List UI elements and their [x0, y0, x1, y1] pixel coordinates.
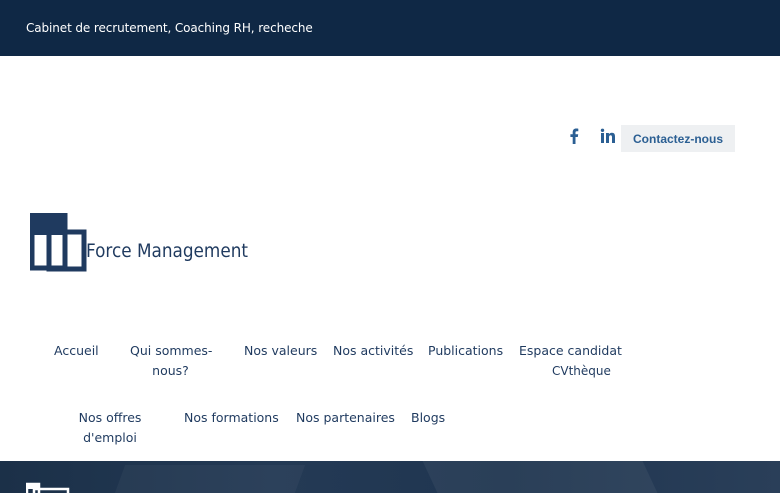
contact-button[interactable]: Contactez-nous — [621, 125, 735, 152]
nav-nos-activites[interactable]: Nos activités — [333, 341, 413, 361]
logo-text: Force Management — [86, 240, 248, 262]
nav-qui-line2: nous? — [152, 363, 189, 378]
force-management-logo-icon: Force Management — [29, 212, 248, 272]
nav-offres-line2: d'emploi — [83, 430, 137, 445]
nav-qui-line1: Qui sommes- — [130, 343, 213, 358]
nav-offres-line1: Nos offres — [78, 410, 142, 425]
nav-publications[interactable]: Publications — [428, 341, 503, 361]
nav-accueil[interactable]: Accueil — [54, 341, 99, 361]
nav-cvtheque[interactable]: CVthèque — [552, 364, 611, 378]
nav-nos-offres-emploi[interactable]: Nos offres d'emploi — [78, 408, 142, 448]
nav-nos-partenaires[interactable]: Nos partenaires — [296, 408, 395, 428]
nav-qui-sommes-nous[interactable]: Qui sommes- nous? — [130, 341, 213, 381]
nav-nos-formations[interactable]: Nos formations — [184, 408, 279, 428]
facebook-icon — [570, 128, 579, 144]
top-bar: Cabinet de recrutement, Coaching RH, rec… — [0, 0, 780, 56]
nav-blogs[interactable]: Blogs — [411, 408, 445, 428]
nav-nos-valeurs[interactable]: Nos valeurs — [244, 341, 317, 361]
footer-logo-icon — [26, 482, 70, 493]
facebook-link[interactable] — [569, 128, 579, 144]
linkedin-icon — [600, 128, 615, 143]
linkedin-link[interactable] — [600, 128, 616, 144]
footer-banner — [0, 461, 780, 493]
site-logo[interactable]: Force Management — [29, 212, 252, 273]
nav-espace-candidat[interactable]: Espace candidat — [519, 341, 622, 361]
site-tagline: Cabinet de recrutement, Coaching RH, rec… — [26, 21, 313, 35]
